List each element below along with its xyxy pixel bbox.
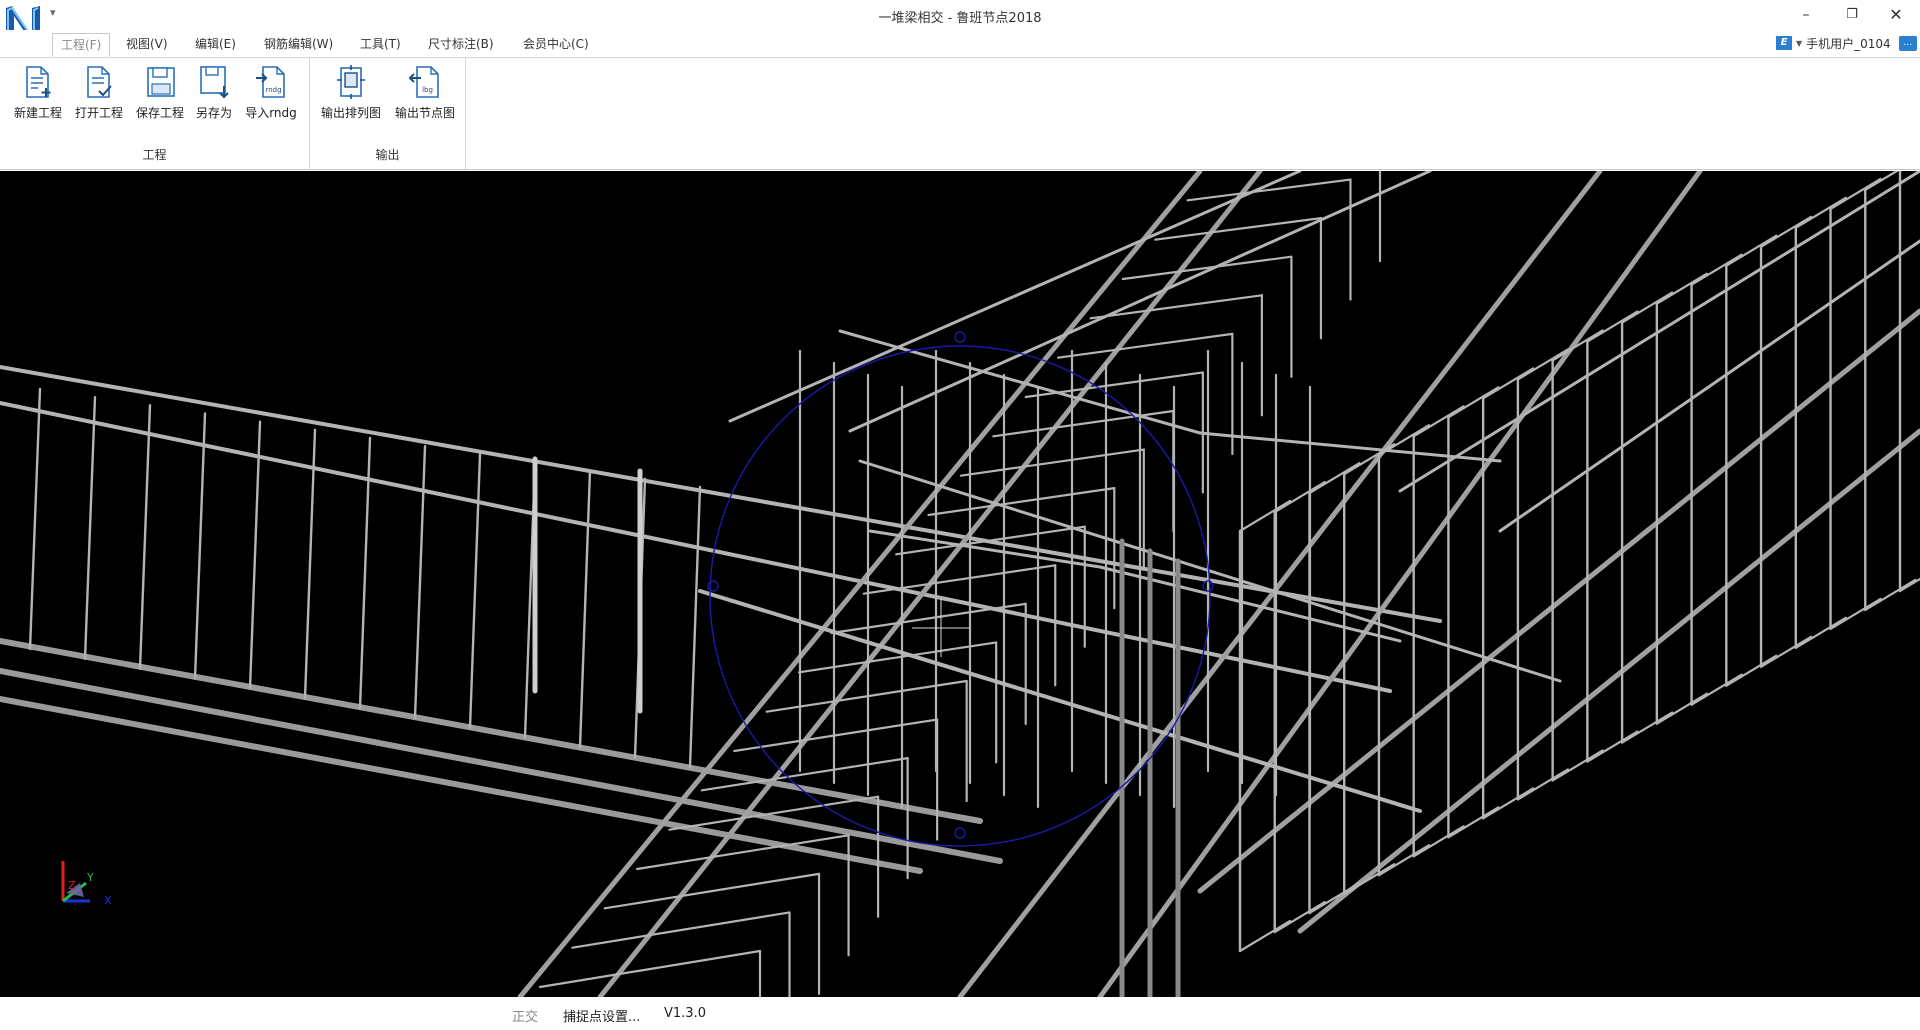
ribbon-group-output-label: 输出	[375, 148, 400, 162]
window-title: 一堆梁相交 - 鲁班节点2018	[878, 11, 1042, 26]
export-node-label: 输出节点图	[394, 106, 455, 120]
export-node-button[interactable]: lbg 输出节点图	[392, 62, 458, 122]
open-project-button[interactable]: 打开工程	[71, 62, 127, 122]
ribbon: 新建工程 打开工程 保存工程 另存为 rndg 导入rndg 工程 输出排列图 …	[0, 57, 1920, 170]
tab-tools[interactable]: 工具(T)	[352, 33, 409, 57]
save-project-icon	[147, 67, 175, 97]
ribbon-group-output: 输出排列图 lbg 输出节点图 输出	[310, 58, 466, 169]
user-name[interactable]: 手机用户_0104	[1806, 35, 1891, 52]
export-node-icon: lbg	[408, 66, 439, 98]
axis-gizmo: Z Y X	[61, 861, 112, 907]
snap-settings-button[interactable]: 捕捉点设置...	[563, 1006, 640, 1025]
tab-edit[interactable]: 编辑(E)	[187, 33, 244, 57]
user-area: E ▼ 手机用户_0104 …	[1776, 34, 1917, 52]
save-as-button[interactable]: 另存为	[186, 62, 242, 122]
export-layout-icon	[337, 65, 365, 99]
ribbon-group-project: 新建工程 打开工程 保存工程 另存为 rndg 导入rndg 工程	[0, 58, 310, 169]
e-service-icon[interactable]: E	[1776, 36, 1792, 50]
import-rndg-icon: rndg	[256, 66, 285, 98]
rebar-scene[interactable]: Z Y X	[0, 171, 1920, 997]
export-layout-button[interactable]: 输出排列图	[318, 62, 384, 122]
tab-dimension[interactable]: 尺寸标注(B)	[420, 33, 502, 57]
export-node-icon-text: lbg	[422, 86, 433, 94]
ortho-toggle[interactable]: 正交	[512, 1006, 538, 1025]
open-project-label: 打开工程	[74, 106, 123, 120]
status-bar: 正交 捕捉点设置... V1.3.0	[0, 997, 1920, 1030]
version-label: V1.3.0	[664, 1006, 706, 1021]
3d-viewport[interactable]: Z Y X	[0, 171, 1920, 997]
ribbon-group-project-label: 工程	[142, 148, 167, 162]
import-rndg-icon-text: rndg	[265, 86, 281, 94]
save-project-button[interactable]: 保存工程	[132, 62, 188, 122]
chevron-down-icon[interactable]: ▼	[1796, 39, 1802, 48]
tab-view[interactable]: 视图(V)	[118, 33, 176, 57]
new-project-label: 新建工程	[13, 106, 62, 120]
export-layout-label: 输出排列图	[320, 106, 381, 120]
chat-icon[interactable]: …	[1898, 35, 1917, 51]
save-as-label: 另存为	[195, 106, 232, 120]
restore-button[interactable]: ❐	[1832, 4, 1872, 26]
import-rndg-button[interactable]: rndg 导入rndg	[243, 62, 299, 122]
menu-bar: 工程(F) 视图(V) 编辑(E) 钢筋编辑(W) 工具(T) 尺寸标注(B) …	[0, 30, 1920, 57]
rebar-cage	[0, 171, 1920, 997]
axis-x-label: X	[104, 894, 112, 907]
save-as-icon	[200, 66, 229, 99]
minimize-button[interactable]: –	[1786, 4, 1826, 26]
close-button[interactable]: ✕	[1876, 4, 1916, 26]
tab-project[interactable]: 工程(F)	[52, 33, 111, 57]
import-rndg-label: 导入rndg	[245, 106, 297, 120]
new-project-button[interactable]: 新建工程	[10, 62, 66, 122]
axis-z-label: Z	[68, 879, 76, 892]
tab-rebar-edit[interactable]: 钢筋编辑(W)	[256, 33, 341, 57]
save-project-label: 保存工程	[135, 106, 184, 120]
title-bar: ▾ 一堆梁相交 - 鲁班节点2018 – ❐ ✕	[0, 0, 1920, 46]
axis-y-label: Y	[86, 871, 94, 884]
new-project-icon	[26, 66, 51, 98]
tab-member-center[interactable]: 会员中心(C)	[515, 33, 597, 57]
open-project-icon	[87, 66, 112, 98]
